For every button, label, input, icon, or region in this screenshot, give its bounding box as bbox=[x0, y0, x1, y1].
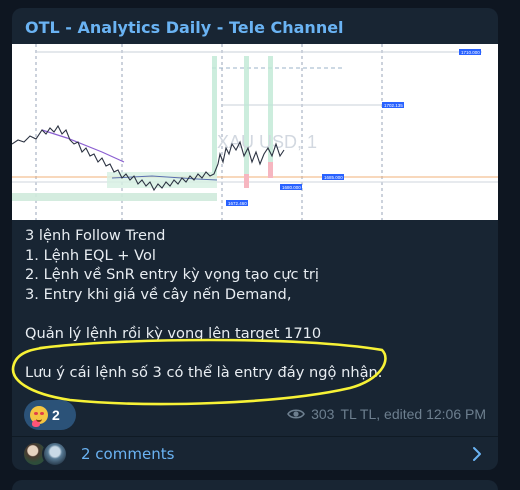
message-line: Lưu ý cái lệnh số 3 có thể là entry đáy … bbox=[25, 364, 383, 382]
message-line: 3 lệnh Follow Trend bbox=[25, 227, 166, 244]
reaction-chip[interactable]: 2 bbox=[24, 400, 76, 430]
channel-post: OTL - Analytics Daily - Tele Channel XAU… bbox=[12, 8, 498, 470]
price-tag: 1702.135 bbox=[384, 103, 403, 108]
smiling-face-with-hearts-icon bbox=[30, 406, 48, 427]
comments-button[interactable]: 2 comments bbox=[12, 437, 498, 470]
message-text: 3 lệnh Follow Trend 1. Lệnh EQL + Vol 2.… bbox=[25, 226, 490, 383]
post-meta: 303 TL TL, edited 12:06 PM bbox=[287, 406, 486, 422]
avatar bbox=[42, 441, 68, 467]
chevron-right-icon bbox=[473, 447, 481, 461]
chart-image[interactable]: XAU USD, 1 1710.000 1702.135 1680.000 16… bbox=[12, 44, 498, 220]
eye-icon bbox=[287, 409, 306, 419]
message-line: Quản lý lệnh rồi kỳ vọng lên target 1710 bbox=[25, 324, 322, 342]
price-tag: 1685.000 bbox=[324, 175, 343, 180]
post-signature: TL TL, edited 12:06 PM bbox=[340, 406, 486, 422]
price-tag: 1680.000 bbox=[282, 185, 301, 190]
reaction-count: 2 bbox=[52, 407, 60, 423]
price-tag: 1672.460 bbox=[228, 201, 247, 206]
price-tag-target: 1710.000 bbox=[461, 50, 480, 55]
message-line: 1. Lệnh EQL + Vol bbox=[25, 246, 156, 264]
view-count: 303 bbox=[311, 406, 335, 422]
comments-label: 2 comments bbox=[81, 445, 175, 463]
channel-title[interactable]: OTL - Analytics Daily - Tele Channel bbox=[25, 18, 344, 37]
message-line: 3. Entry khi giá về cây nến Demand, bbox=[25, 285, 292, 303]
chart-svg: XAU USD, 1 1710.000 1702.135 1680.000 16… bbox=[12, 44, 498, 220]
next-post-card bbox=[12, 480, 498, 490]
commenter-avatars bbox=[22, 441, 74, 467]
message-line: 2. Lệnh về SnR entry kỳ vọng tạo cực trị bbox=[25, 266, 319, 284]
